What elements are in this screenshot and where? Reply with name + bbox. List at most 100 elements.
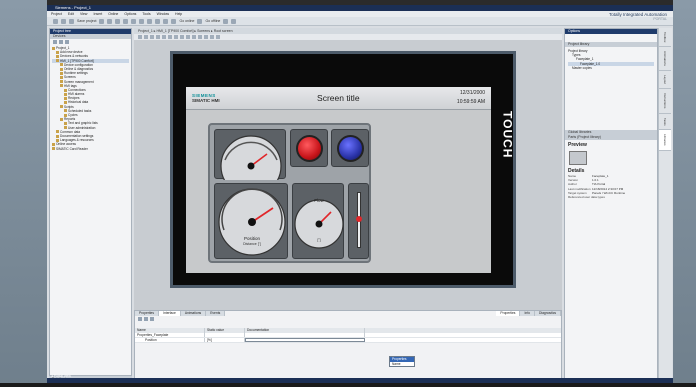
bold-icon[interactable] bbox=[144, 35, 148, 39]
compile-icon[interactable] bbox=[155, 18, 161, 24]
italic-icon[interactable] bbox=[150, 35, 154, 39]
sidetab-toolbox[interactable]: Toolbox bbox=[659, 28, 671, 48]
tia-brand: Totally Integrated Automation PORTAL bbox=[609, 12, 667, 22]
table-row[interactable]: Position [%] bbox=[135, 338, 561, 343]
send-back-icon[interactable] bbox=[210, 35, 214, 39]
hmi-header: SIEMENS SIMATIC HMI Screen title 12/31/2… bbox=[186, 87, 491, 110]
line-color-icon[interactable] bbox=[186, 35, 190, 39]
folder-icon bbox=[60, 105, 63, 109]
zoom-icon[interactable] bbox=[216, 35, 220, 39]
position-gauge[interactable]: Position Distance ["] bbox=[214, 183, 288, 259]
fill-color-icon[interactable] bbox=[180, 35, 184, 39]
library-item[interactable]: Master copies bbox=[568, 66, 654, 70]
list-icon bbox=[64, 122, 67, 126]
tree-item-label: SIMATIC Card Reader bbox=[56, 146, 88, 151]
preview-thumbnail bbox=[569, 150, 587, 165]
sidetab-animations[interactable]: Animations bbox=[659, 47, 671, 72]
row-value[interactable]: [%] bbox=[205, 338, 245, 342]
delete-icon[interactable] bbox=[131, 18, 137, 24]
position-gauge-label: Position bbox=[243, 236, 260, 241]
sidetab-layout[interactable]: Layout bbox=[659, 71, 671, 90]
tree-list: Project_1 Add new device Devices & netwo… bbox=[50, 45, 131, 152]
flow-gauge-dial bbox=[294, 199, 344, 249]
folder-icon bbox=[60, 75, 63, 79]
tab-info[interactable]: Info bbox=[520, 311, 535, 316]
tab-properties[interactable]: Properties bbox=[135, 311, 160, 316]
expand-icon[interactable] bbox=[59, 40, 63, 44]
collapse-icon[interactable] bbox=[53, 40, 57, 44]
siemens-logo: SIEMENS SIMATIC HMI bbox=[192, 93, 220, 103]
new-project-icon[interactable] bbox=[53, 18, 58, 24]
go-offline-icon[interactable] bbox=[197, 18, 203, 24]
sidetab-libraries[interactable]: Libraries bbox=[659, 130, 671, 151]
cut-icon[interactable] bbox=[107, 18, 113, 24]
tab-diagnostics[interactable]: Diagnostics bbox=[534, 311, 561, 316]
red-indicator-lamp[interactable] bbox=[296, 135, 323, 162]
start-simulation-icon[interactable] bbox=[223, 18, 229, 24]
red-indicator-frame[interactable] bbox=[290, 129, 328, 167]
copy-icon[interactable] bbox=[115, 18, 121, 24]
tab-properties-main[interactable]: Properties bbox=[496, 311, 521, 316]
library-tree: Project library Types Faceplate_1 Facepl… bbox=[565, 47, 657, 72]
paste-icon[interactable] bbox=[123, 18, 129, 24]
tab-events[interactable]: Events bbox=[206, 311, 226, 316]
close-icon[interactable] bbox=[231, 18, 237, 24]
align-right-icon[interactable] bbox=[174, 35, 178, 39]
ungroup-icon[interactable] bbox=[198, 35, 202, 39]
time-value: 10:59:59 AM bbox=[456, 99, 485, 105]
add-property-icon[interactable] bbox=[138, 317, 142, 321]
faceplate-panel[interactable]: Position Distance ["] Flow [°] bbox=[208, 123, 371, 263]
portal-view-button[interactable]: ◂ Portal view bbox=[51, 374, 71, 378]
go-offline-button[interactable]: Go offline bbox=[205, 19, 220, 23]
refresh-icon[interactable] bbox=[150, 317, 154, 321]
tree-item-card-reader[interactable]: SIMATIC Card Reader bbox=[52, 147, 129, 151]
window-title: Siemens - Project_1 bbox=[55, 5, 92, 10]
dropdown-option-name[interactable]: Name bbox=[390, 362, 414, 367]
align-left-icon[interactable] bbox=[162, 35, 166, 39]
redo-icon[interactable] bbox=[147, 18, 153, 24]
download-icon[interactable] bbox=[163, 18, 169, 24]
monitor-screen: Siemens - Project_1 Project Edit View In… bbox=[47, 5, 673, 383]
screen-title[interactable]: Screen title bbox=[317, 93, 360, 103]
parts-header[interactable]: Parts (Project library) bbox=[565, 134, 657, 140]
blue-indicator-lamp[interactable] bbox=[337, 135, 364, 162]
tab-interface[interactable]: Interface bbox=[159, 311, 181, 316]
bring-front-icon[interactable] bbox=[204, 35, 208, 39]
gauge-dial bbox=[220, 135, 282, 197]
task-card-libraries: Options Project library Project library … bbox=[564, 28, 658, 382]
go-online-icon[interactable] bbox=[171, 18, 177, 24]
hmi-screen[interactable]: SIEMENS SIMATIC HMI Screen title 12/31/2… bbox=[186, 87, 491, 273]
logo-product: SIMATIC HMI bbox=[192, 98, 220, 103]
undo-icon[interactable] bbox=[139, 18, 145, 24]
property-dropdown[interactable]: Properties Name bbox=[389, 356, 415, 367]
gauge-top-left[interactable] bbox=[214, 129, 286, 197]
level-slider[interactable] bbox=[348, 183, 369, 259]
screen-editor-canvas[interactable]: SIEMENS SIMATIC HMI Screen title 12/31/2… bbox=[134, 40, 562, 310]
go-online-button[interactable]: Go online bbox=[179, 19, 194, 23]
sidetab-tasks[interactable]: Tasks bbox=[659, 114, 671, 131]
open-project-icon[interactable] bbox=[61, 18, 66, 24]
align-center-icon[interactable] bbox=[168, 35, 172, 39]
underline-icon[interactable] bbox=[156, 35, 160, 39]
row-value bbox=[205, 333, 245, 337]
save-project-button[interactable]: Save project bbox=[77, 19, 96, 23]
font-icon[interactable] bbox=[138, 35, 142, 39]
options-header: Options bbox=[565, 29, 657, 34]
background-left bbox=[0, 0, 47, 387]
flow-gauge[interactable]: Flow [°] bbox=[292, 183, 344, 259]
group-icon[interactable] bbox=[192, 35, 196, 39]
preview-title: Preview bbox=[568, 141, 587, 148]
print-icon[interactable] bbox=[99, 18, 105, 24]
folder-icon bbox=[60, 84, 63, 88]
sidetab-instructions[interactable]: Instructions bbox=[659, 89, 671, 114]
save-project-icon[interactable] bbox=[69, 18, 74, 24]
tab-animations[interactable]: Animations bbox=[180, 311, 207, 316]
row-doc-input[interactable] bbox=[245, 338, 365, 342]
blue-indicator-frame[interactable] bbox=[331, 129, 369, 167]
position-gauge-dial bbox=[218, 188, 286, 256]
filter-icon[interactable] bbox=[65, 40, 69, 44]
task-card-tabs: Toolbox Animations Layout Instructions T… bbox=[658, 28, 672, 382]
slider-thumb[interactable] bbox=[356, 216, 362, 222]
date-time-field[interactable]: 12/31/2000 10:59:59 AM bbox=[457, 89, 485, 107]
remove-property-icon[interactable] bbox=[144, 317, 148, 321]
